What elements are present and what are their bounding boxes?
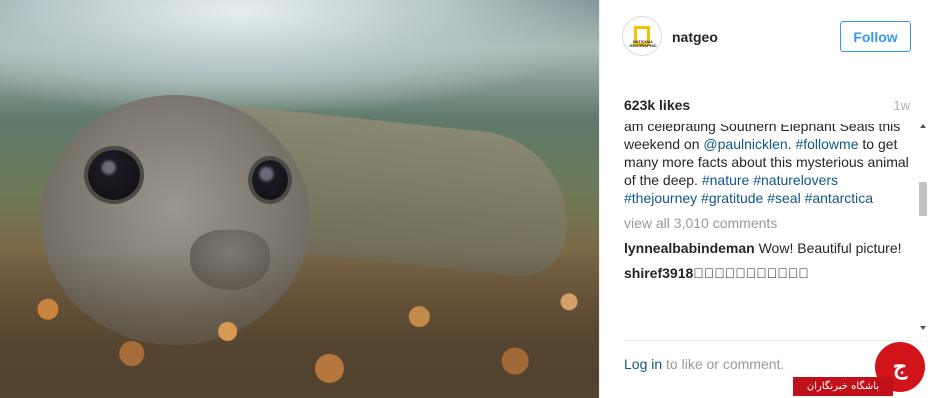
comments-list[interactable]: am celebrating Southern Elephant Seals t… [624, 124, 914, 334]
comment-text: Wow! Beautiful picture! [758, 240, 902, 256]
comment-user[interactable]: shiref3918 [624, 265, 693, 281]
comments-scrollbar[interactable] [918, 124, 928, 330]
login-prompt-text: to like or comment. [662, 356, 785, 372]
avatar[interactable]: NATIONAL GEOGRAPHIC [622, 16, 662, 56]
post-caption: am celebrating Southern Elephant Seals t… [624, 124, 914, 207]
seal-eye-left [88, 150, 140, 200]
hashtag-link[interactable]: #followme [795, 136, 858, 152]
post-side-panel: NATIONAL GEOGRAPHIC natgeo Follow 623k l… [599, 0, 928, 398]
comment-item: shiref3918 ً‍ٌٍّٰٖٗٗٗٗٗ [624, 264, 914, 282]
post-photo[interactable] [0, 0, 599, 398]
water-surface [0, 0, 599, 110]
scroll-up-arrow-icon[interactable] [920, 124, 926, 128]
post-header: NATIONAL GEOGRAPHIC natgeo Follow [600, 0, 928, 74]
scroll-down-arrow-icon[interactable] [920, 326, 926, 330]
view-all-comments-link[interactable]: view all 3,010 comments [624, 214, 914, 232]
comment-item: lynnealbabindeman Wow! Beautiful picture… [624, 239, 914, 257]
scroll-thumb[interactable] [919, 182, 927, 216]
login-prompt: Log in to like or comment. [624, 356, 784, 372]
watermark-text: باشگاه خبرنگاران [793, 377, 893, 396]
pebble-seabed [0, 250, 599, 398]
comment-user[interactable]: lynnealbabindeman [624, 240, 755, 256]
login-link[interactable]: Log in [624, 356, 662, 372]
watermark: ج باشگاه خبرنگاران [793, 340, 928, 398]
follow-button[interactable]: Follow [840, 21, 911, 52]
seal-eye-right [252, 160, 288, 200]
post-time[interactable]: 1w [893, 98, 910, 113]
likes-count[interactable]: 623k likes [624, 97, 690, 113]
username[interactable]: natgeo [672, 29, 718, 45]
mention-link[interactable]: @paulnicklen [703, 136, 787, 152]
avatar-logo-text: NATIONAL GEOGRAPHIC [629, 39, 657, 48]
